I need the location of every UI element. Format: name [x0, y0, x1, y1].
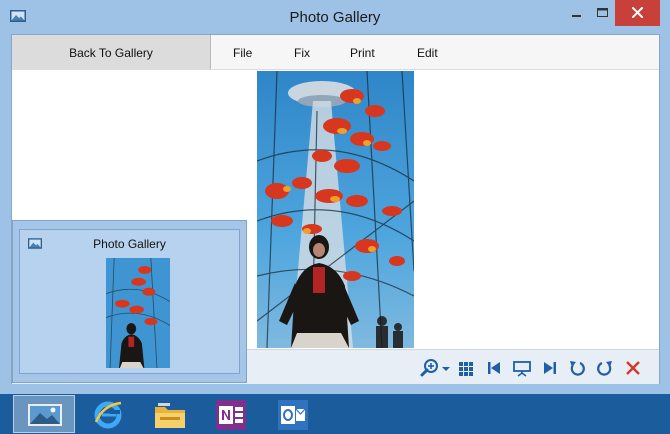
internet-explorer-icon — [94, 401, 122, 429]
taskbar-outlook[interactable] — [263, 395, 325, 433]
taskbar — [0, 394, 670, 434]
dropdown-arrow-icon[interactable] — [442, 359, 450, 377]
back-to-gallery-button[interactable]: Back To Gallery — [12, 35, 211, 69]
outlook-icon — [278, 400, 308, 430]
preview-title: Photo Gallery — [93, 237, 166, 251]
rotate-right-icon[interactable] — [596, 359, 614, 377]
menu-bar: Back To Gallery File Fix Print Edit — [12, 35, 659, 70]
minimize-button[interactable] — [563, 0, 589, 26]
taskbar-thumbnail-preview[interactable]: Photo Gallery — [12, 220, 247, 383]
menu-print[interactable]: Print — [350, 35, 375, 71]
taskbar-file-explorer[interactable] — [139, 395, 201, 433]
taskbar-photo-gallery[interactable] — [13, 395, 75, 433]
zoom-icon[interactable] — [420, 359, 440, 377]
slideshow-icon[interactable] — [512, 359, 532, 377]
taskbar-onenote[interactable] — [201, 395, 263, 433]
previous-icon[interactable] — [486, 359, 502, 377]
onenote-icon — [216, 400, 246, 430]
file-explorer-icon — [155, 403, 185, 428]
maximize-button[interactable] — [589, 0, 615, 26]
preview-frame[interactable]: Photo Gallery — [19, 229, 240, 374]
rotate-left-icon[interactable] — [568, 359, 586, 377]
menu-file[interactable]: File — [233, 35, 252, 71]
grid-icon[interactable] — [458, 359, 474, 377]
title-bar[interactable]: Photo Gallery — [0, 0, 670, 34]
next-icon[interactable] — [542, 359, 558, 377]
close-button[interactable] — [615, 0, 660, 26]
menu-fix[interactable]: Fix — [294, 35, 310, 71]
menu-edit[interactable]: Edit — [417, 35, 438, 71]
photo-image[interactable] — [257, 71, 414, 348]
taskbar-internet-explorer[interactable] — [77, 395, 139, 433]
photo-gallery-icon — [28, 404, 62, 426]
close-icon — [632, 7, 643, 18]
preview-thumbnail[interactable] — [106, 258, 170, 368]
delete-icon[interactable] — [624, 359, 642, 377]
